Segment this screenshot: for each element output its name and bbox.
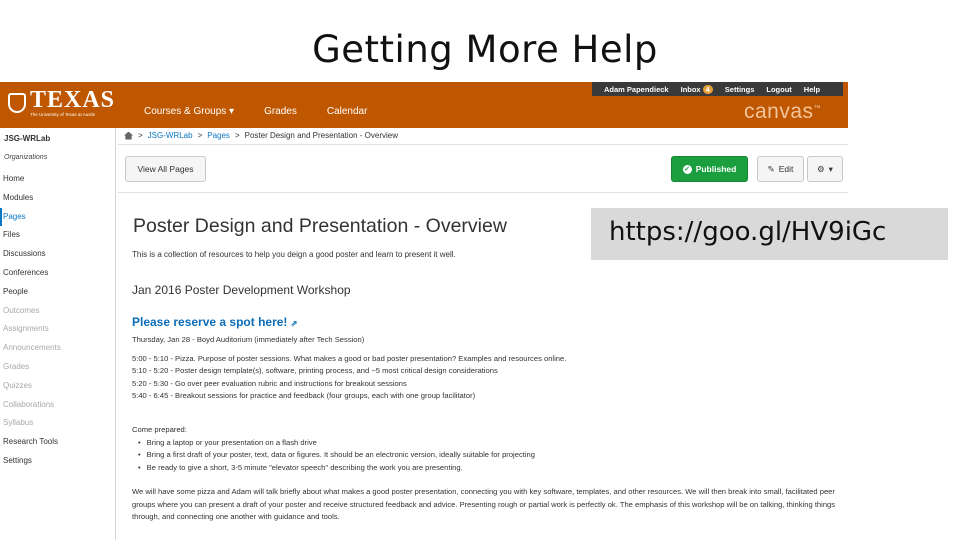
sidebar-item-people[interactable]: People: [0, 283, 116, 302]
help-link[interactable]: Help: [804, 85, 820, 94]
sidebar-items: Home Modules Pages Files Discussions Con…: [0, 170, 116, 471]
course-name[interactable]: JSG-WRLab: [4, 134, 50, 143]
slide: Getting More Help TEXAS The University o…: [0, 0, 960, 540]
schedule-item: 5:00 - 5:10 - Pizza. Purpose of poster s…: [132, 354, 567, 363]
canvas-screenshot: TEXAS The University of Texas at Austin …: [0, 82, 848, 540]
logo-text: TEXAS: [30, 87, 116, 113]
published-label: Published: [695, 164, 737, 174]
inbox-count-badge: 4: [702, 84, 713, 94]
home-icon[interactable]: [124, 131, 133, 140]
settings-link[interactable]: Settings: [725, 85, 755, 94]
prep-list: Bring a laptop or your presentation on a…: [138, 437, 838, 474]
view-all-pages-label: View All Pages: [137, 164, 194, 174]
slide-title: Getting More Help: [312, 28, 658, 71]
canvas-logo: canvas™: [744, 100, 821, 124]
inbox-label: Inbox: [680, 84, 701, 94]
sidebar-item-announcements[interactable]: Announcements: [0, 339, 116, 358]
inbox-link[interactable]: Inbox 4: [680, 84, 713, 94]
url-callout: https://goo.gl/HV9iGc: [591, 208, 948, 260]
breadcrumb-divider: [118, 144, 848, 145]
nav-calendar[interactable]: Calendar: [327, 106, 368, 117]
sidebar-item-collaborations[interactable]: Collaborations: [0, 396, 116, 415]
breadcrumb-pages[interactable]: Pages: [207, 131, 230, 140]
ut-logo[interactable]: TEXAS The University of Texas at Austin: [8, 87, 116, 117]
breadcrumb-separator: >: [197, 131, 203, 140]
published-button[interactable]: ✓ Published: [671, 156, 748, 182]
top-navigation-bar: TEXAS The University of Texas at Austin …: [0, 82, 848, 128]
ut-seal-icon: [8, 93, 26, 113]
reserve-spot-label: Please reserve a spot here!: [132, 315, 288, 329]
closing-paragraph: We will have some pizza and Adam will ta…: [132, 487, 836, 522]
sidebar-item-quizzes[interactable]: Quizzes: [0, 377, 116, 396]
schedule-item: 5:10 - 5:20 - Poster design template(s),…: [132, 366, 498, 376]
page-title: Poster Design and Presentation - Overvie…: [133, 215, 507, 237]
canvas-tm: ™: [813, 105, 822, 112]
schedule-item: 5:20 - 5:30 - Go over peer evaluation ru…: [132, 378, 407, 388]
breadcrumb: > JSG-WRLab > Pages > Poster Design and …: [124, 131, 398, 140]
edit-label: Edit: [778, 164, 794, 174]
user-name-link[interactable]: Adam Papendieck: [604, 85, 669, 94]
pencil-icon: ✎: [767, 163, 775, 174]
nav-courses-groups[interactable]: Courses & Groups ▾: [144, 106, 234, 117]
sidebar-item-files[interactable]: Files: [0, 226, 116, 245]
prep-item: Bring a laptop or your presentation on a…: [138, 437, 838, 449]
sidebar-item-assignments[interactable]: Assignments: [0, 320, 116, 339]
toolbar-divider: [118, 192, 848, 193]
check-icon: ✓: [682, 164, 692, 174]
sidebar-item-research-tools[interactable]: Research Tools: [0, 433, 116, 452]
sidebar-item-outcomes[interactable]: Outcomes: [0, 302, 116, 321]
gear-icon: ⚙: [817, 163, 825, 174]
breadcrumb-separator: >: [138, 131, 143, 140]
prep-item: Be ready to give a short, 3-5 minute "el…: [138, 462, 838, 474]
chevron-down-icon: ▾: [828, 163, 833, 174]
logout-link[interactable]: Logout: [766, 85, 791, 94]
sidebar-item-grades[interactable]: Grades: [0, 358, 116, 377]
sidebar-section-label: Organizations: [4, 154, 48, 161]
short-url-text[interactable]: https://goo.gl/HV9iGc: [609, 217, 886, 247]
sidebar-item-conferences[interactable]: Conferences: [0, 264, 116, 283]
sidebar-item-modules[interactable]: Modules: [0, 189, 116, 208]
breadcrumb-current: Poster Design and Presentation - Overvie…: [244, 131, 399, 140]
breadcrumb-separator: >: [234, 131, 240, 140]
course-sidebar: JSG-WRLab Organizations Home Modules Pag…: [0, 128, 116, 540]
breadcrumb-course[interactable]: JSG-WRLab: [148, 131, 193, 140]
sidebar-item-discussions[interactable]: Discussions: [0, 245, 116, 264]
come-prepared-label: Come prepared:: [132, 425, 187, 434]
prep-item: Bring a first draft of your poster, text…: [138, 449, 838, 461]
main-nav: Courses & Groups ▾ Grades Calendar: [144, 106, 367, 117]
sidebar-item-syllabus[interactable]: Syllabus: [0, 414, 116, 433]
sidebar-item-home[interactable]: Home: [0, 170, 116, 189]
settings-menu-button[interactable]: ⚙ ▾: [807, 156, 843, 182]
view-all-pages-button[interactable]: View All Pages: [125, 156, 206, 182]
schedule-item: 5:40 - 6:45 - Breakout sessions for prac…: [132, 391, 476, 401]
workshop-title: Jan 2016 Poster Development Workshop: [132, 283, 351, 297]
reserve-spot-link[interactable]: Please reserve a spot here! ⇗: [132, 315, 297, 329]
canvas-logo-text: canvas: [744, 100, 814, 123]
utility-bar: Adam Papendieck Inbox 4 Settings Logout H…: [592, 82, 843, 96]
schedule-list: 5:00 - 5:10 - Pizza. Purpose of poster s…: [132, 353, 832, 403]
sidebar-item-settings[interactable]: Settings: [0, 452, 116, 471]
edit-button[interactable]: ✎ Edit: [757, 156, 804, 182]
sidebar-item-pages[interactable]: Pages: [0, 207, 116, 227]
external-link-icon: ⇗: [290, 319, 298, 328]
nav-grades[interactable]: Grades: [264, 106, 297, 117]
intro-text: This is a collection of resources to hel…: [132, 250, 456, 259]
event-date-line: Thursday, Jan 28 - Boyd Auditorium (imme…: [132, 335, 365, 344]
